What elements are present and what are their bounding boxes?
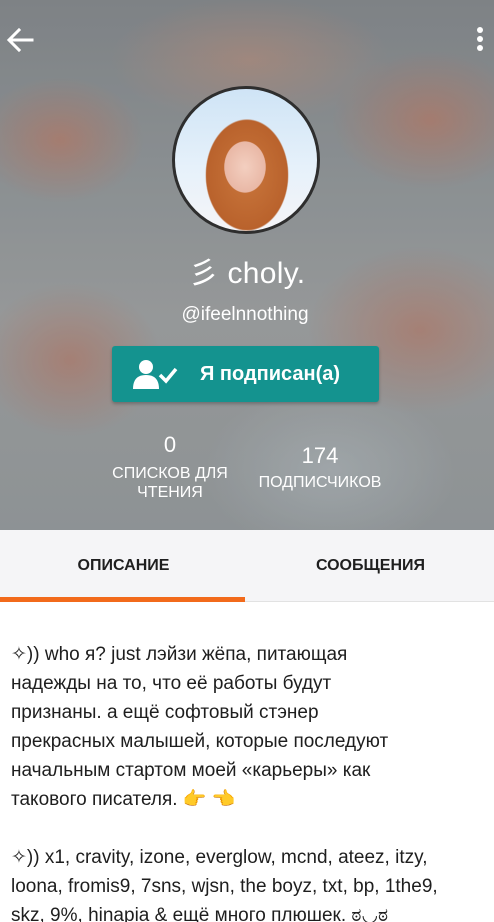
followers-label: подписчиков [258, 474, 382, 491]
active-tab-indicator [0, 597, 245, 602]
reading-lists-label: списков для чтения [112, 465, 228, 501]
avatar[interactable] [172, 86, 320, 234]
profile-name: 彡 choly. [188, 257, 306, 290]
following-button[interactable]: Я подписан(а) [112, 346, 379, 402]
more-options-button[interactable] [470, 24, 490, 56]
tab-messages[interactable]: СООБЩЕНИЯ [247, 530, 494, 602]
description-paragraph: ✧)) who я? just лэйзи жёпа, питающая над… [11, 644, 389, 810]
reading-lists-count: 0 [163, 432, 177, 457]
profile-handle: @ifeelnnothing [181, 304, 309, 325]
profile-tabs: ОПИСАНИЕ СООБЩЕНИЯ [0, 530, 494, 602]
user-check-icon [133, 360, 178, 389]
arrow-left-icon [6, 27, 34, 53]
back-button[interactable] [4, 24, 36, 56]
following-button-label: Я подписан(а) [200, 363, 341, 385]
profile-description: ✧)) who я? just лэйзи жёпа, питающая над… [11, 640, 487, 922]
tab-description[interactable]: ОПИСАНИЕ [0, 530, 247, 602]
more-vertical-icon [477, 27, 483, 51]
profile-header-background: 彡 choly. @ifeelnnothing Я подписан(а) 0 … [0, 0, 494, 530]
reading-lists-stat[interactable]: 0 списков для чтения [100, 432, 240, 502]
followers-stat[interactable]: 174 подписчиков [244, 443, 396, 492]
description-paragraph: ✧)) x1, cravity, izone, everglow, mcnd, … [11, 847, 438, 922]
followers-count: 174 [301, 443, 339, 468]
